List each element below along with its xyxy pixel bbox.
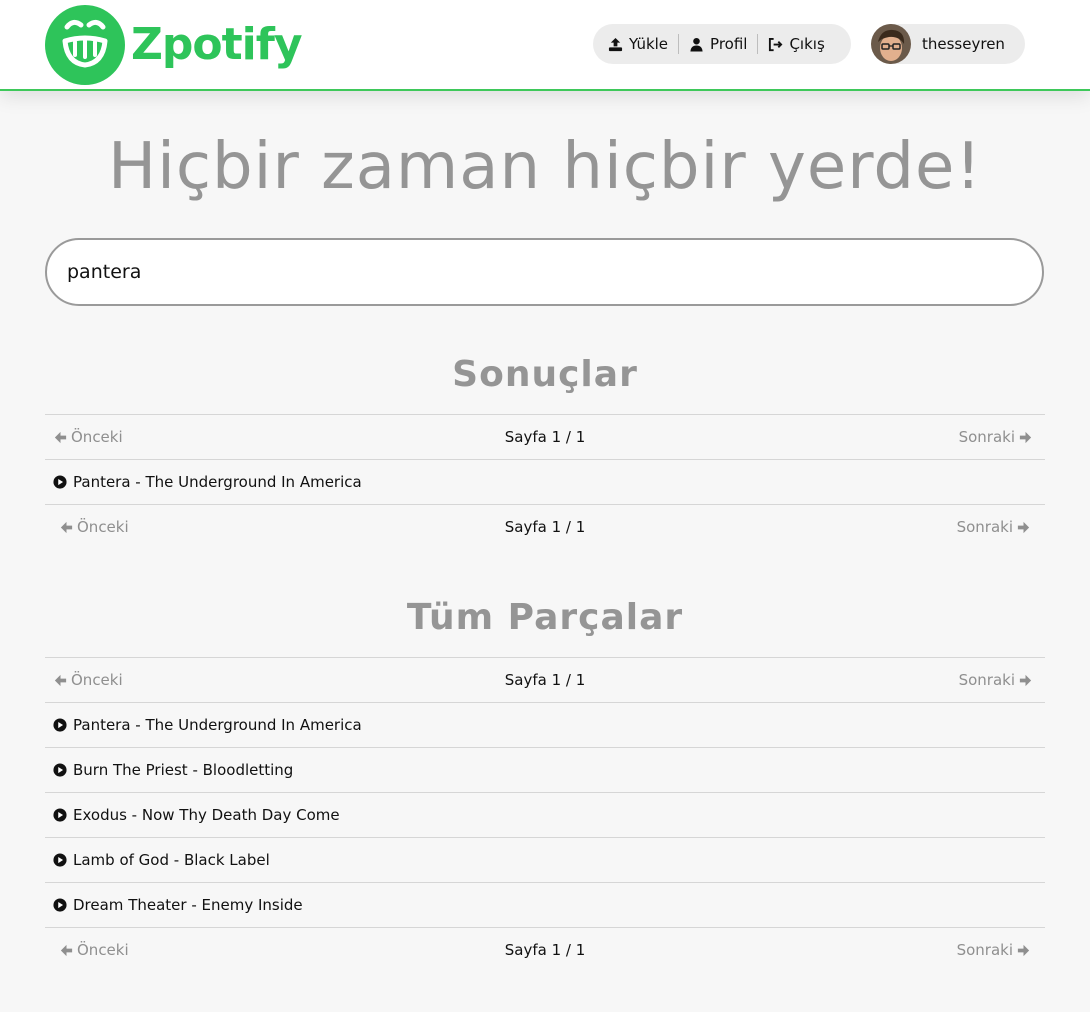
user-menu[interactable]: thesseyren xyxy=(871,24,1025,64)
prev-label: Önceki xyxy=(77,941,129,959)
track-row[interactable]: Exodus - Now Thy Death Day Come xyxy=(45,792,1045,837)
nav-divider xyxy=(757,34,759,54)
play-circle-icon xyxy=(53,763,67,777)
prev-label: Önceki xyxy=(71,428,123,446)
next-page-button[interactable]: Sonraki xyxy=(957,941,1031,959)
next-page-button[interactable]: Sonraki xyxy=(957,518,1031,536)
play-circle-icon xyxy=(53,718,67,732)
prev-page-button[interactable]: Önceki xyxy=(59,941,129,959)
track-row[interactable]: Pantera - The Underground In America xyxy=(45,702,1045,747)
top-header: Zpotify Yükle Profil Çıkış thesseyren xyxy=(0,0,1090,91)
arrow-left-icon xyxy=(54,674,67,686)
results-title: Sonuçlar xyxy=(452,354,638,395)
prev-page-button[interactable]: Önceki xyxy=(53,428,123,446)
results-pager-bottom: Önceki Sayfa 1 / 1 Sonraki xyxy=(45,504,1045,549)
next-label: Sonraki xyxy=(956,518,1013,536)
username: thesseyren xyxy=(922,35,1005,53)
arrow-right-icon xyxy=(1019,674,1032,686)
arrow-left-icon xyxy=(60,521,73,533)
user-icon xyxy=(690,37,703,52)
page-info: Sayfa 1 / 1 xyxy=(504,428,586,446)
all-tracks-title: Tüm Parçalar xyxy=(406,597,684,638)
track-title: Pantera - The Underground In America xyxy=(73,716,362,734)
sign-out-icon xyxy=(769,37,783,51)
profile-label: Profil xyxy=(710,35,748,53)
play-circle-icon xyxy=(53,475,67,489)
prev-page-button[interactable]: Önceki xyxy=(59,518,129,536)
track-title: Pantera - The Underground In America xyxy=(73,473,362,491)
results-pager-top: Önceki Sayfa 1 / 1 Sonraki xyxy=(45,414,1045,459)
track-title: Dream Theater - Enemy Inside xyxy=(73,896,303,914)
next-label: Sonraki xyxy=(958,671,1015,689)
page-info: Sayfa 1 / 1 xyxy=(504,941,586,959)
logout-label: Çıkış xyxy=(789,35,825,53)
next-label: Sonraki xyxy=(958,428,1015,446)
arrow-right-icon xyxy=(1017,944,1030,956)
nav-divider xyxy=(678,34,680,54)
track-title: Exodus - Now Thy Death Day Come xyxy=(73,806,340,824)
logo[interactable]: Zpotify xyxy=(45,5,303,85)
next-label: Sonraki xyxy=(956,941,1013,959)
upload-button[interactable]: Yükle xyxy=(608,35,668,53)
page-info: Sayfa 1 / 1 xyxy=(504,518,586,536)
logout-button[interactable]: Çıkış xyxy=(768,35,825,53)
track-title: Burn The Priest - Bloodletting xyxy=(73,761,294,779)
search-input[interactable] xyxy=(45,238,1044,306)
track-row[interactable]: Lamb of God - Black Label xyxy=(45,837,1045,882)
play-circle-icon xyxy=(53,853,67,867)
track-title: Lamb of God - Black Label xyxy=(73,851,270,869)
upload-label: Yükle xyxy=(629,35,669,53)
arrow-right-icon xyxy=(1017,521,1030,533)
track-row[interactable]: Dream Theater - Enemy Inside xyxy=(45,882,1045,927)
prev-label: Önceki xyxy=(71,671,123,689)
zpotify-logo-icon xyxy=(45,5,125,85)
page-info: Sayfa 1 / 1 xyxy=(504,671,586,689)
prev-page-button[interactable]: Önceki xyxy=(53,671,123,689)
prev-label: Önceki xyxy=(77,518,129,536)
upload-icon xyxy=(608,37,623,51)
track-row[interactable]: Pantera - The Underground In America xyxy=(45,459,1045,504)
arrow-right-icon xyxy=(1019,431,1032,443)
next-page-button[interactable]: Sonraki xyxy=(959,671,1033,689)
profile-button[interactable]: Profil xyxy=(689,35,747,53)
play-circle-icon xyxy=(53,808,67,822)
hero-title: Hiçbir zaman hiçbir yerde! xyxy=(107,130,983,204)
brand-name: Zpotify xyxy=(131,19,303,70)
all-tracks-pager-top: Önceki Sayfa 1 / 1 Sonraki xyxy=(45,657,1045,702)
all-tracks-pager-bottom: Önceki Sayfa 1 / 1 Sonraki xyxy=(45,927,1045,972)
arrow-left-icon xyxy=(60,944,73,956)
nav-menu: Yükle Profil Çıkış xyxy=(593,24,851,64)
track-row[interactable]: Burn The Priest - Bloodletting xyxy=(45,747,1045,792)
avatar xyxy=(871,24,911,64)
play-circle-icon xyxy=(53,898,67,912)
next-page-button[interactable]: Sonraki xyxy=(959,428,1033,446)
arrow-left-icon xyxy=(54,431,67,443)
